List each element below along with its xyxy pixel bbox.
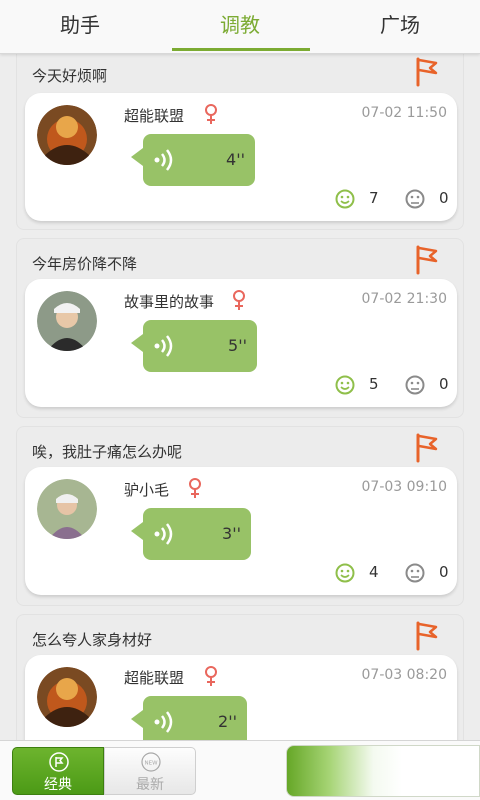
tab-training[interactable]: 调教 bbox=[160, 0, 320, 54]
post-time: 07-02 11:50 bbox=[361, 105, 447, 121]
female-icon bbox=[233, 290, 245, 310]
post-time: 07-02 21:30 bbox=[361, 291, 447, 307]
voice-play-button[interactable]: 4'' bbox=[131, 134, 255, 186]
voice-play-button[interactable]: 3'' bbox=[131, 508, 251, 560]
sound-wave-icon bbox=[154, 149, 173, 171]
post-card: 唉，我肚子痛怎么办呢 驴小毛 07-03 09:10 3'' 4 0 bbox=[16, 426, 464, 606]
sad-icon[interactable] bbox=[405, 563, 425, 583]
voice-message-card: 超能联盟 07-02 11:50 4'' 7 0 bbox=[25, 93, 457, 221]
bottom-bar: 经典 NEW 最新 bbox=[0, 740, 480, 800]
tab-square[interactable]: 广场 bbox=[320, 0, 480, 54]
dislike-count: 0 bbox=[439, 189, 449, 207]
smile-icon[interactable] bbox=[335, 563, 355, 583]
voice-message-card: 驴小毛 07-03 09:10 3'' 4 0 bbox=[25, 467, 457, 595]
like-count: 7 bbox=[369, 189, 379, 207]
active-tab-indicator bbox=[172, 48, 310, 51]
post-title: 今天好烦啊 bbox=[32, 67, 108, 85]
new-badge-text: NEW bbox=[144, 761, 158, 767]
tab-assistant[interactable]: 助手 bbox=[0, 0, 160, 54]
dislike-count: 0 bbox=[439, 563, 449, 581]
record-voice-button[interactable] bbox=[286, 745, 480, 797]
avatar[interactable] bbox=[37, 291, 97, 351]
report-flag-icon[interactable] bbox=[415, 57, 439, 87]
smile-icon[interactable] bbox=[335, 189, 355, 209]
avatar[interactable] bbox=[37, 667, 97, 727]
report-flag-icon[interactable] bbox=[415, 245, 439, 275]
like-count: 4 bbox=[369, 563, 379, 581]
female-icon bbox=[205, 104, 217, 124]
voice-play-button[interactable]: 2'' bbox=[131, 696, 247, 740]
newest-tab-button[interactable]: NEW 最新 bbox=[104, 747, 196, 795]
post-card: 今天好烦啊 超能联盟 07-02 11:50 4'' 7 0 bbox=[16, 54, 464, 230]
report-flag-icon[interactable] bbox=[415, 621, 439, 651]
post-title: 怎么夸人家身材好 bbox=[32, 631, 153, 649]
report-flag-icon[interactable] bbox=[415, 433, 439, 463]
user-name[interactable]: 超能联盟 bbox=[124, 667, 184, 688]
post-card: 今年房价降不降 故事里的故事 07-02 21:30 5'' 5 0 bbox=[16, 238, 464, 418]
post-time: 07-03 09:10 bbox=[361, 479, 447, 495]
sound-wave-icon bbox=[154, 711, 173, 733]
sad-icon[interactable] bbox=[405, 375, 425, 395]
user-name[interactable]: 故事里的故事 bbox=[124, 291, 214, 312]
post-title: 今年房价降不降 bbox=[32, 255, 138, 273]
post-title: 唉，我肚子痛怎么办呢 bbox=[32, 443, 183, 461]
user-name[interactable]: 驴小毛 bbox=[124, 479, 169, 500]
post-card: 怎么夸人家身材好 超能联盟 07-03 08:20 2'' bbox=[16, 614, 464, 740]
female-icon bbox=[189, 478, 201, 498]
voice-duration: 5'' bbox=[228, 336, 247, 355]
sound-wave-icon bbox=[154, 335, 173, 357]
voice-message-card: 超能联盟 07-03 08:20 2'' bbox=[25, 655, 457, 740]
dislike-count: 0 bbox=[439, 375, 449, 393]
classic-flag-icon bbox=[49, 752, 69, 772]
classic-tab-button[interactable]: 经典 bbox=[12, 747, 104, 795]
voice-duration: 4'' bbox=[226, 150, 245, 169]
post-feed[interactable]: 今天好烦啊 超能联盟 07-02 11:50 4'' 7 0 今年房价降不降 故… bbox=[0, 54, 480, 740]
avatar[interactable] bbox=[37, 479, 97, 539]
sad-icon[interactable] bbox=[405, 189, 425, 209]
post-time: 07-03 08:20 bbox=[361, 667, 447, 683]
classic-label: 经典 bbox=[44, 777, 72, 793]
sound-wave-icon bbox=[154, 523, 173, 545]
new-badge-icon: NEW bbox=[141, 752, 161, 772]
voice-message-card: 故事里的故事 07-02 21:30 5'' 5 0 bbox=[25, 279, 457, 407]
female-icon bbox=[205, 666, 217, 686]
voice-duration: 2'' bbox=[218, 712, 237, 731]
avatar[interactable] bbox=[37, 105, 97, 165]
newest-label: 最新 bbox=[136, 777, 164, 793]
like-count: 5 bbox=[369, 375, 379, 393]
user-name[interactable]: 超能联盟 bbox=[124, 105, 184, 126]
top-tab-bar: 助手 调教 广场 bbox=[0, 0, 480, 54]
voice-duration: 3'' bbox=[222, 524, 241, 543]
voice-play-button[interactable]: 5'' bbox=[131, 320, 257, 372]
smile-icon[interactable] bbox=[335, 375, 355, 395]
